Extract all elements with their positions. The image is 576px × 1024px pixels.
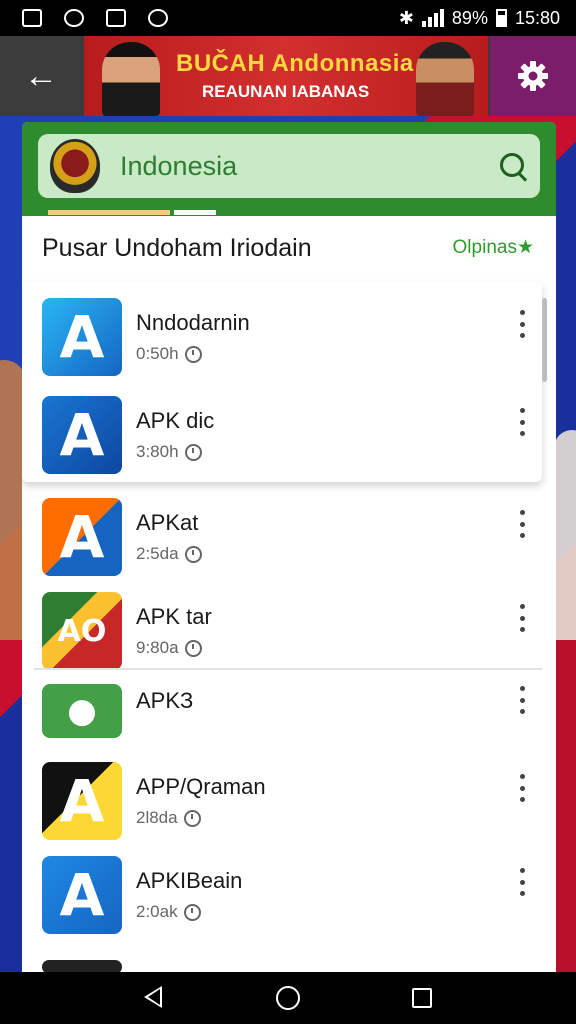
app-meta: 2:5da <box>136 544 202 564</box>
app-icon <box>42 960 122 972</box>
message-notification-icon <box>106 9 126 27</box>
list-divider <box>34 668 542 670</box>
clock-icon <box>184 639 202 657</box>
signal-icon <box>421 9 444 27</box>
banner-title: BUČAH Andonnasia <box>176 50 414 77</box>
gallery-notification-icon <box>22 9 42 27</box>
bluetooth-icon: ✱ <box>398 7 414 28</box>
more-options-icon[interactable] <box>512 604 532 632</box>
more-options-icon[interactable] <box>512 774 532 802</box>
search-header: Indonesia <box>22 122 556 216</box>
app-name: Nndodarnin <box>136 310 250 335</box>
app-meta: 2l8da <box>136 808 201 828</box>
battery-percent: 89% <box>451 7 488 28</box>
record-notification-icon <box>148 9 168 27</box>
clock-icon <box>184 443 202 461</box>
back-button[interactable]: ← <box>0 36 82 116</box>
nav-home-icon[interactable] <box>276 986 300 1010</box>
more-options-icon[interactable] <box>512 868 532 896</box>
more-options-icon[interactable] <box>512 310 532 338</box>
list-item[interactable]: A APP/Qraman 2l8da <box>22 752 556 848</box>
more-options-icon[interactable] <box>512 686 532 714</box>
app-name: APKIBeain <box>136 868 243 893</box>
app-name: APK tar <box>136 604 212 629</box>
settings-button[interactable] <box>490 36 576 116</box>
list-item[interactable]: A APK dic 3:80h <box>22 386 556 482</box>
arrow-left-icon: ← <box>24 56 58 95</box>
app-bar: ← BUČAH Andonnasia REAUNAN IABANAS <box>0 36 576 116</box>
national-emblem-icon <box>50 139 100 193</box>
list-item-partial[interactable] <box>22 954 556 972</box>
more-options-icon[interactable] <box>512 510 532 538</box>
app-icon: A <box>42 396 122 474</box>
sync-notification-icon <box>64 9 84 27</box>
promo-banner[interactable]: BUČAH Andonnasia REAUNAN IABANAS <box>84 36 488 116</box>
system-nav-bar <box>0 972 576 1024</box>
app-icon: A <box>42 498 122 576</box>
clock-icon <box>184 345 202 363</box>
app-meta: 9:80a <box>136 638 202 658</box>
more-options-icon[interactable] <box>512 408 532 436</box>
list-item[interactable]: A APKIBeain 2:0ak <box>22 846 556 942</box>
status-bar: ✱ 89% 15:80 <box>0 0 576 36</box>
nav-back-icon[interactable] <box>144 986 162 1008</box>
app-icon: A <box>42 762 122 840</box>
clock-icon <box>183 903 201 921</box>
search-input[interactable]: Indonesia <box>120 151 237 182</box>
banner-portrait-left <box>102 42 160 116</box>
app-meta: 3:80h <box>136 442 202 462</box>
search-bar[interactable]: Indonesia <box>38 134 540 198</box>
tab-indicator-secondary <box>174 210 216 215</box>
app-name: APK dic <box>136 408 215 433</box>
section-title: Pusar Undoham Iriodain <box>42 234 312 262</box>
app-icon: A <box>42 298 122 376</box>
clock-time: 15:80 <box>514 7 560 28</box>
list-item[interactable]: A APKat 2:5da <box>22 488 556 584</box>
app-icon: ● <box>42 684 122 738</box>
app-icon: A <box>42 856 122 934</box>
app-icon: AO <box>42 592 122 670</box>
background-figure-right <box>554 430 576 640</box>
app-name: APKat <box>136 510 199 535</box>
nav-recents-icon[interactable] <box>412 988 432 1008</box>
list-item[interactable]: AO APK tar 9:80a <box>22 582 556 678</box>
section-options-link[interactable]: Olpinas★ <box>453 236 534 259</box>
app-list-card: Indonesia Pusar Undoham Iriodain Olpinas… <box>22 122 556 972</box>
search-icon[interactable] <box>500 153 526 179</box>
tab-indicator <box>48 210 170 215</box>
app-name: APKЗ <box>136 688 194 713</box>
app-name: APP/Qraman <box>136 774 266 799</box>
banner-portrait-right <box>416 42 474 116</box>
app-meta: 2:0ak <box>136 902 201 922</box>
clock-icon <box>184 545 202 563</box>
list-item[interactable]: A Nndodarnin 0:50h <box>22 288 556 384</box>
gear-icon <box>518 61 548 91</box>
app-meta: 0:50h <box>136 344 202 364</box>
clock-icon <box>183 809 201 827</box>
battery-icon <box>495 9 507 27</box>
banner-subtitle: REAUNAN IABANAS <box>202 82 370 101</box>
